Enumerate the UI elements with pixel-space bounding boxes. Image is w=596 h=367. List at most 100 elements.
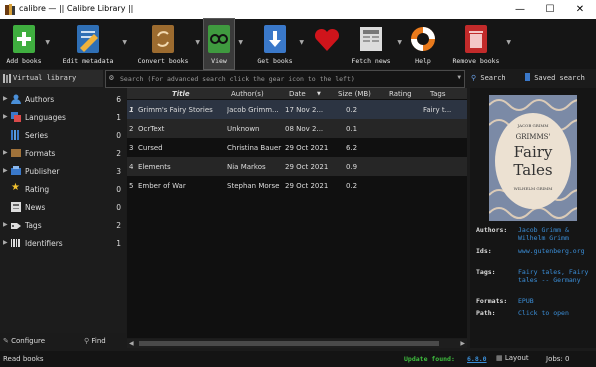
book-title-cell: Grimm's Fairy Stories xyxy=(138,106,213,114)
help-button[interactable]: Help xyxy=(405,19,441,69)
col-date-header[interactable]: Date xyxy=(289,90,306,98)
chevron-down-icon: ▼ xyxy=(122,39,127,46)
search-button[interactable]: ⚲ Search xyxy=(471,70,506,87)
sidebar-item-series[interactable]: Series 0 xyxy=(0,126,126,144)
table-row[interactable]: 4 Elements Nia Markos 29 Oct 2021 0.9 xyxy=(127,157,467,176)
col-rating-header[interactable]: Rating xyxy=(389,90,412,98)
layout-button[interactable]: ▦ Layout xyxy=(496,354,529,362)
fetch-news-button[interactable]: Fetch news xyxy=(350,19,392,69)
edit-metadata-dropdown[interactable]: ▼ xyxy=(119,19,127,69)
remove-books-icon xyxy=(465,25,487,53)
fetch-news-label: Fetch news xyxy=(351,57,391,65)
virtual-library-button[interactable]: Virtual library xyxy=(0,70,103,87)
sidebar-item-count: 0 xyxy=(116,203,121,212)
sidebar-item-formats[interactable]: ▶ Formats 2 xyxy=(0,144,126,162)
get-books-button[interactable]: Get books xyxy=(255,19,295,69)
book-size-cell: 0.2 xyxy=(346,106,358,114)
close-button[interactable]: ✕ xyxy=(565,2,595,17)
gear-icon[interactable]: ⚙ xyxy=(109,73,114,82)
scroll-left-icon[interactable]: ◀ xyxy=(129,340,134,347)
add-book-icon xyxy=(13,25,35,53)
sidebar-item-tags[interactable]: ▶ Tags 2 xyxy=(0,216,126,234)
row-number: 3 xyxy=(129,144,134,152)
configure-label: Configure xyxy=(11,337,46,345)
find-button[interactable]: ⚲ Find xyxy=(84,337,106,345)
chevron-down-icon[interactable]: ▼ xyxy=(457,74,461,81)
chevron-down-icon: ▼ xyxy=(397,39,402,46)
jobs-indicator[interactable]: Jobs: 0 xyxy=(546,355,569,363)
minimize-button[interactable]: — xyxy=(505,2,535,17)
edit-metadata-label: Edit metadata xyxy=(62,57,114,65)
chevron-right-icon[interactable]: ▶ xyxy=(3,221,8,228)
chevron-right-icon[interactable]: ▶ xyxy=(3,113,8,120)
tags-icon xyxy=(11,223,21,229)
remove-books-label: Remove books xyxy=(452,57,500,65)
table-row[interactable]: 2 OcrText Unknown 08 Nov 2... 0.1 xyxy=(127,119,467,138)
sidebar-item-label: Languages xyxy=(25,113,66,122)
wrench-icon: ✎ xyxy=(3,337,9,345)
configure-button[interactable]: ✎ Configure xyxy=(3,337,45,345)
author-link[interactable]: Jacob Grimm & Wilhelm Grimm xyxy=(518,226,594,242)
scroll-right-icon[interactable]: ▶ xyxy=(460,340,465,347)
newspaper-icon xyxy=(360,27,382,51)
sidebar-item-count: 3 xyxy=(116,167,121,176)
horizontal-scrollbar[interactable]: ◀ ▶ xyxy=(127,339,467,348)
book-tags-cell: Fairy t... xyxy=(423,106,452,114)
remove-books-button[interactable]: Remove books xyxy=(450,19,502,69)
edit-metadata-button[interactable]: Edit metadata xyxy=(58,19,118,69)
book-size-cell: 0.9 xyxy=(346,163,358,171)
path-link[interactable]: Click to open xyxy=(518,309,594,317)
table-row[interactable]: 5 Ember of War Stephan Morse 29 Oct 2021… xyxy=(127,176,467,195)
book-date-cell: 17 Nov 2... xyxy=(285,106,324,114)
convert-books-button[interactable]: Convert books xyxy=(135,19,191,69)
maximize-button[interactable]: ☐ xyxy=(535,2,565,17)
barcode-icon xyxy=(11,239,20,247)
chevron-right-icon[interactable]: ▶ xyxy=(3,149,8,156)
format-link[interactable]: EPUB xyxy=(518,297,594,305)
publisher-icon xyxy=(11,166,21,175)
saved-search-button[interactable]: Saved search xyxy=(525,70,585,87)
sidebar-item-rating[interactable]: ★ Rating 0 xyxy=(0,180,126,198)
view-button[interactable]: View xyxy=(203,18,235,70)
identifier-link[interactable]: www.gutenberg.org xyxy=(518,247,594,255)
col-title-header[interactable]: Title xyxy=(172,90,190,98)
table-row[interactable]: 1 Grimm's Fairy Stories Jacob Grimm... 1… xyxy=(127,100,467,119)
view-dropdown[interactable]: ▼ xyxy=(235,19,243,69)
book-author-cell: Unknown xyxy=(227,125,260,133)
get-books-dropdown[interactable]: ▼ xyxy=(296,19,304,69)
chevron-right-icon[interactable]: ▶ xyxy=(3,239,8,246)
formats-icon xyxy=(11,149,21,157)
convert-books-dropdown[interactable]: ▼ xyxy=(192,19,200,69)
series-icon xyxy=(11,130,19,140)
sidebar-item-publisher[interactable]: ▶ Publisher 3 xyxy=(0,162,126,180)
sidebar-item-count: 1 xyxy=(116,239,121,248)
chevron-right-icon[interactable]: ▶ xyxy=(3,167,8,174)
add-books-button[interactable]: Add books xyxy=(2,19,46,69)
tag-links[interactable]: Fairy tales, Fairy tales -- Germany xyxy=(518,268,594,284)
search-input[interactable]: ⚙ Search (For advanced search click the … xyxy=(105,70,465,88)
view-label: View xyxy=(211,57,227,65)
book-date-cell: 29 Oct 2021 xyxy=(285,163,329,171)
fetch-news-dropdown[interactable]: ▼ xyxy=(394,19,402,69)
chevron-down-icon: ▼ xyxy=(506,39,511,46)
donate-button[interactable] xyxy=(308,19,346,69)
sidebar-item-identifiers[interactable]: ▶ Identifiers 1 xyxy=(0,234,126,252)
col-tags-header[interactable]: Tags xyxy=(430,90,446,98)
sidebar-item-authors[interactable]: ▶ Authors 6 xyxy=(0,90,126,108)
sidebar-item-news[interactable]: News 0 xyxy=(0,198,126,216)
bookmark-icon xyxy=(525,73,530,81)
table-row[interactable]: 3 Cursed Christina Bauer 29 Oct 2021 6.2 xyxy=(127,138,467,157)
update-found-label: Update found: xyxy=(404,355,455,363)
sidebar-item-languages[interactable]: ▶ Languages 1 xyxy=(0,108,126,126)
window-title: calibre — || Calibre Library || xyxy=(19,4,134,13)
scrollbar-thumb[interactable] xyxy=(139,341,439,346)
search-icon: ⚲ xyxy=(84,337,90,345)
col-size-header[interactable]: Size (MB) xyxy=(338,90,371,98)
chevron-right-icon[interactable]: ▶ xyxy=(3,95,8,102)
update-version-link[interactable]: 6.8.0 xyxy=(467,355,487,363)
add-books-dropdown[interactable]: ▼ xyxy=(42,19,50,69)
col-authors-header[interactable]: Author(s) xyxy=(231,90,264,98)
book-cover[interactable]: JACOB GRIMM GRIMMS' Fairy Tales WILHELM … xyxy=(489,95,577,221)
remove-books-dropdown[interactable]: ▼ xyxy=(503,19,511,69)
search-placeholder: Search (For advanced search click the ge… xyxy=(120,75,355,83)
